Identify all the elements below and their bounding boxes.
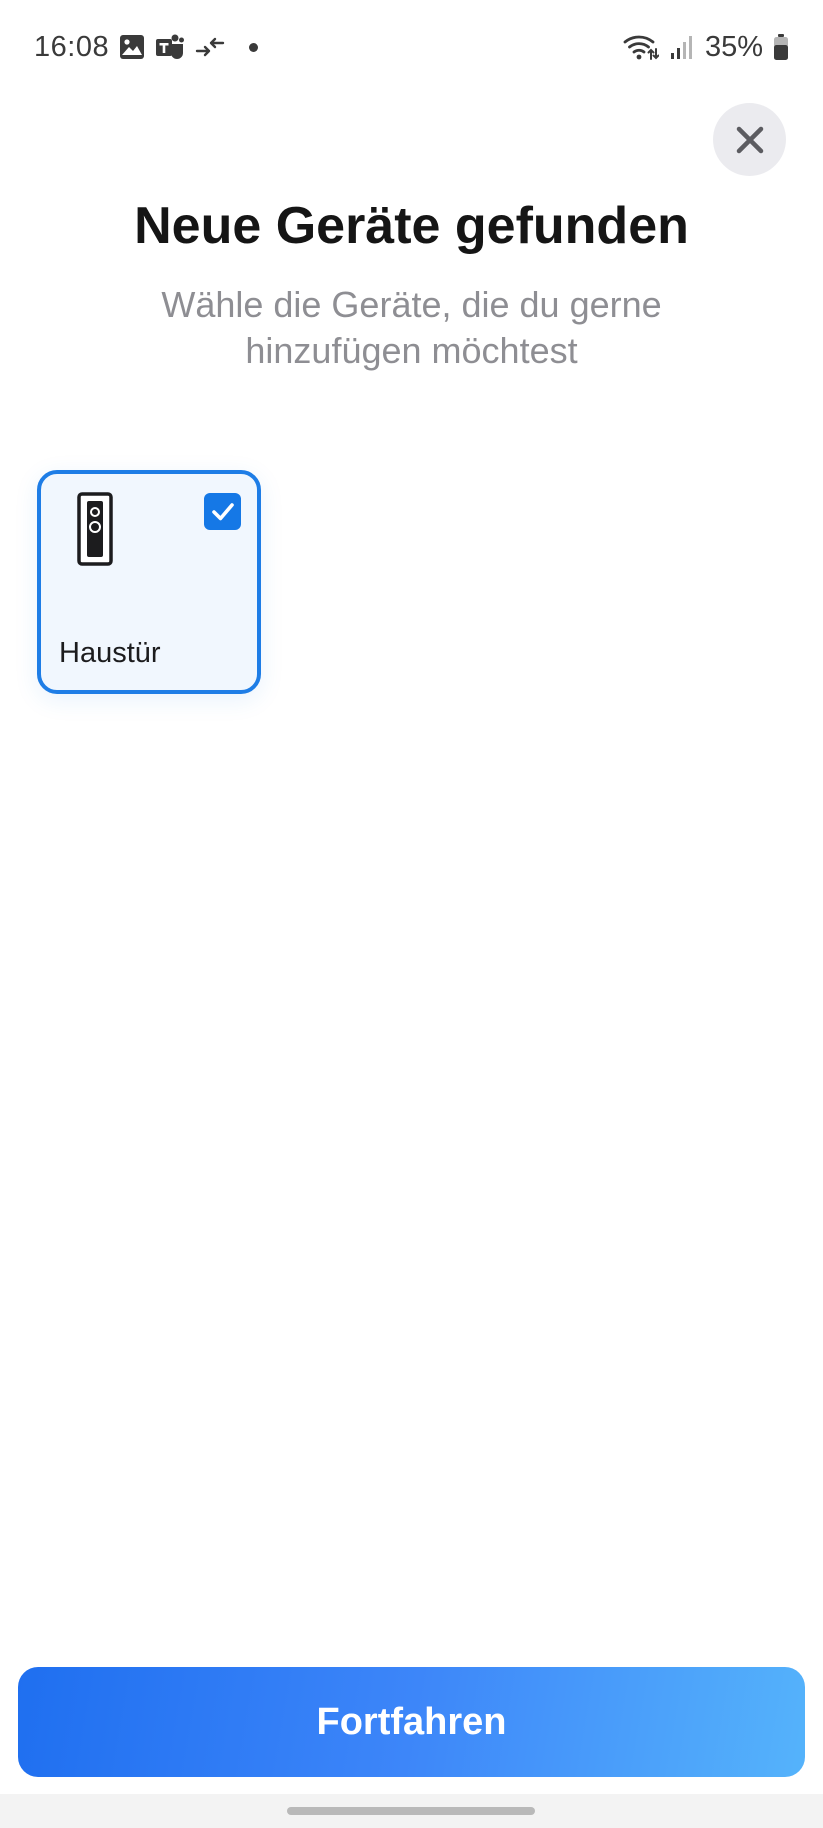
data-transfer-icon (195, 35, 225, 59)
doorbell-icon (77, 492, 113, 571)
status-bar: 16:08 35% (0, 0, 823, 94)
continue-button[interactable]: Fortfahren (18, 1667, 805, 1777)
device-checkbox[interactable] (204, 493, 241, 530)
status-time: 16:08 (34, 30, 110, 63)
signal-icon (669, 33, 695, 61)
device-label: Haustür (59, 637, 161, 669)
battery-icon (773, 33, 789, 61)
wifi-icon (623, 33, 659, 61)
status-bar-right: 35% (623, 31, 789, 64)
screen: 16:08 35% Neue Geräte gefunden Wähle die… (0, 0, 823, 1828)
device-card-haustuer[interactable]: Haustür (37, 470, 261, 694)
teams-icon (155, 33, 185, 61)
checkmark-icon (211, 502, 234, 520)
home-indicator[interactable] (287, 1807, 535, 1815)
close-icon (736, 126, 763, 153)
battery-percentage: 35% (704, 30, 763, 63)
gallery-icon (119, 34, 145, 60)
page-subtitle: Wähle die Geräte, die du gerne hinzufüge… (161, 284, 662, 371)
notification-dot-icon (249, 42, 259, 52)
page-title: Neue Geräte gefunden (134, 197, 689, 255)
close-button[interactable] (713, 103, 786, 176)
status-bar-left: 16:08 (34, 30, 259, 64)
